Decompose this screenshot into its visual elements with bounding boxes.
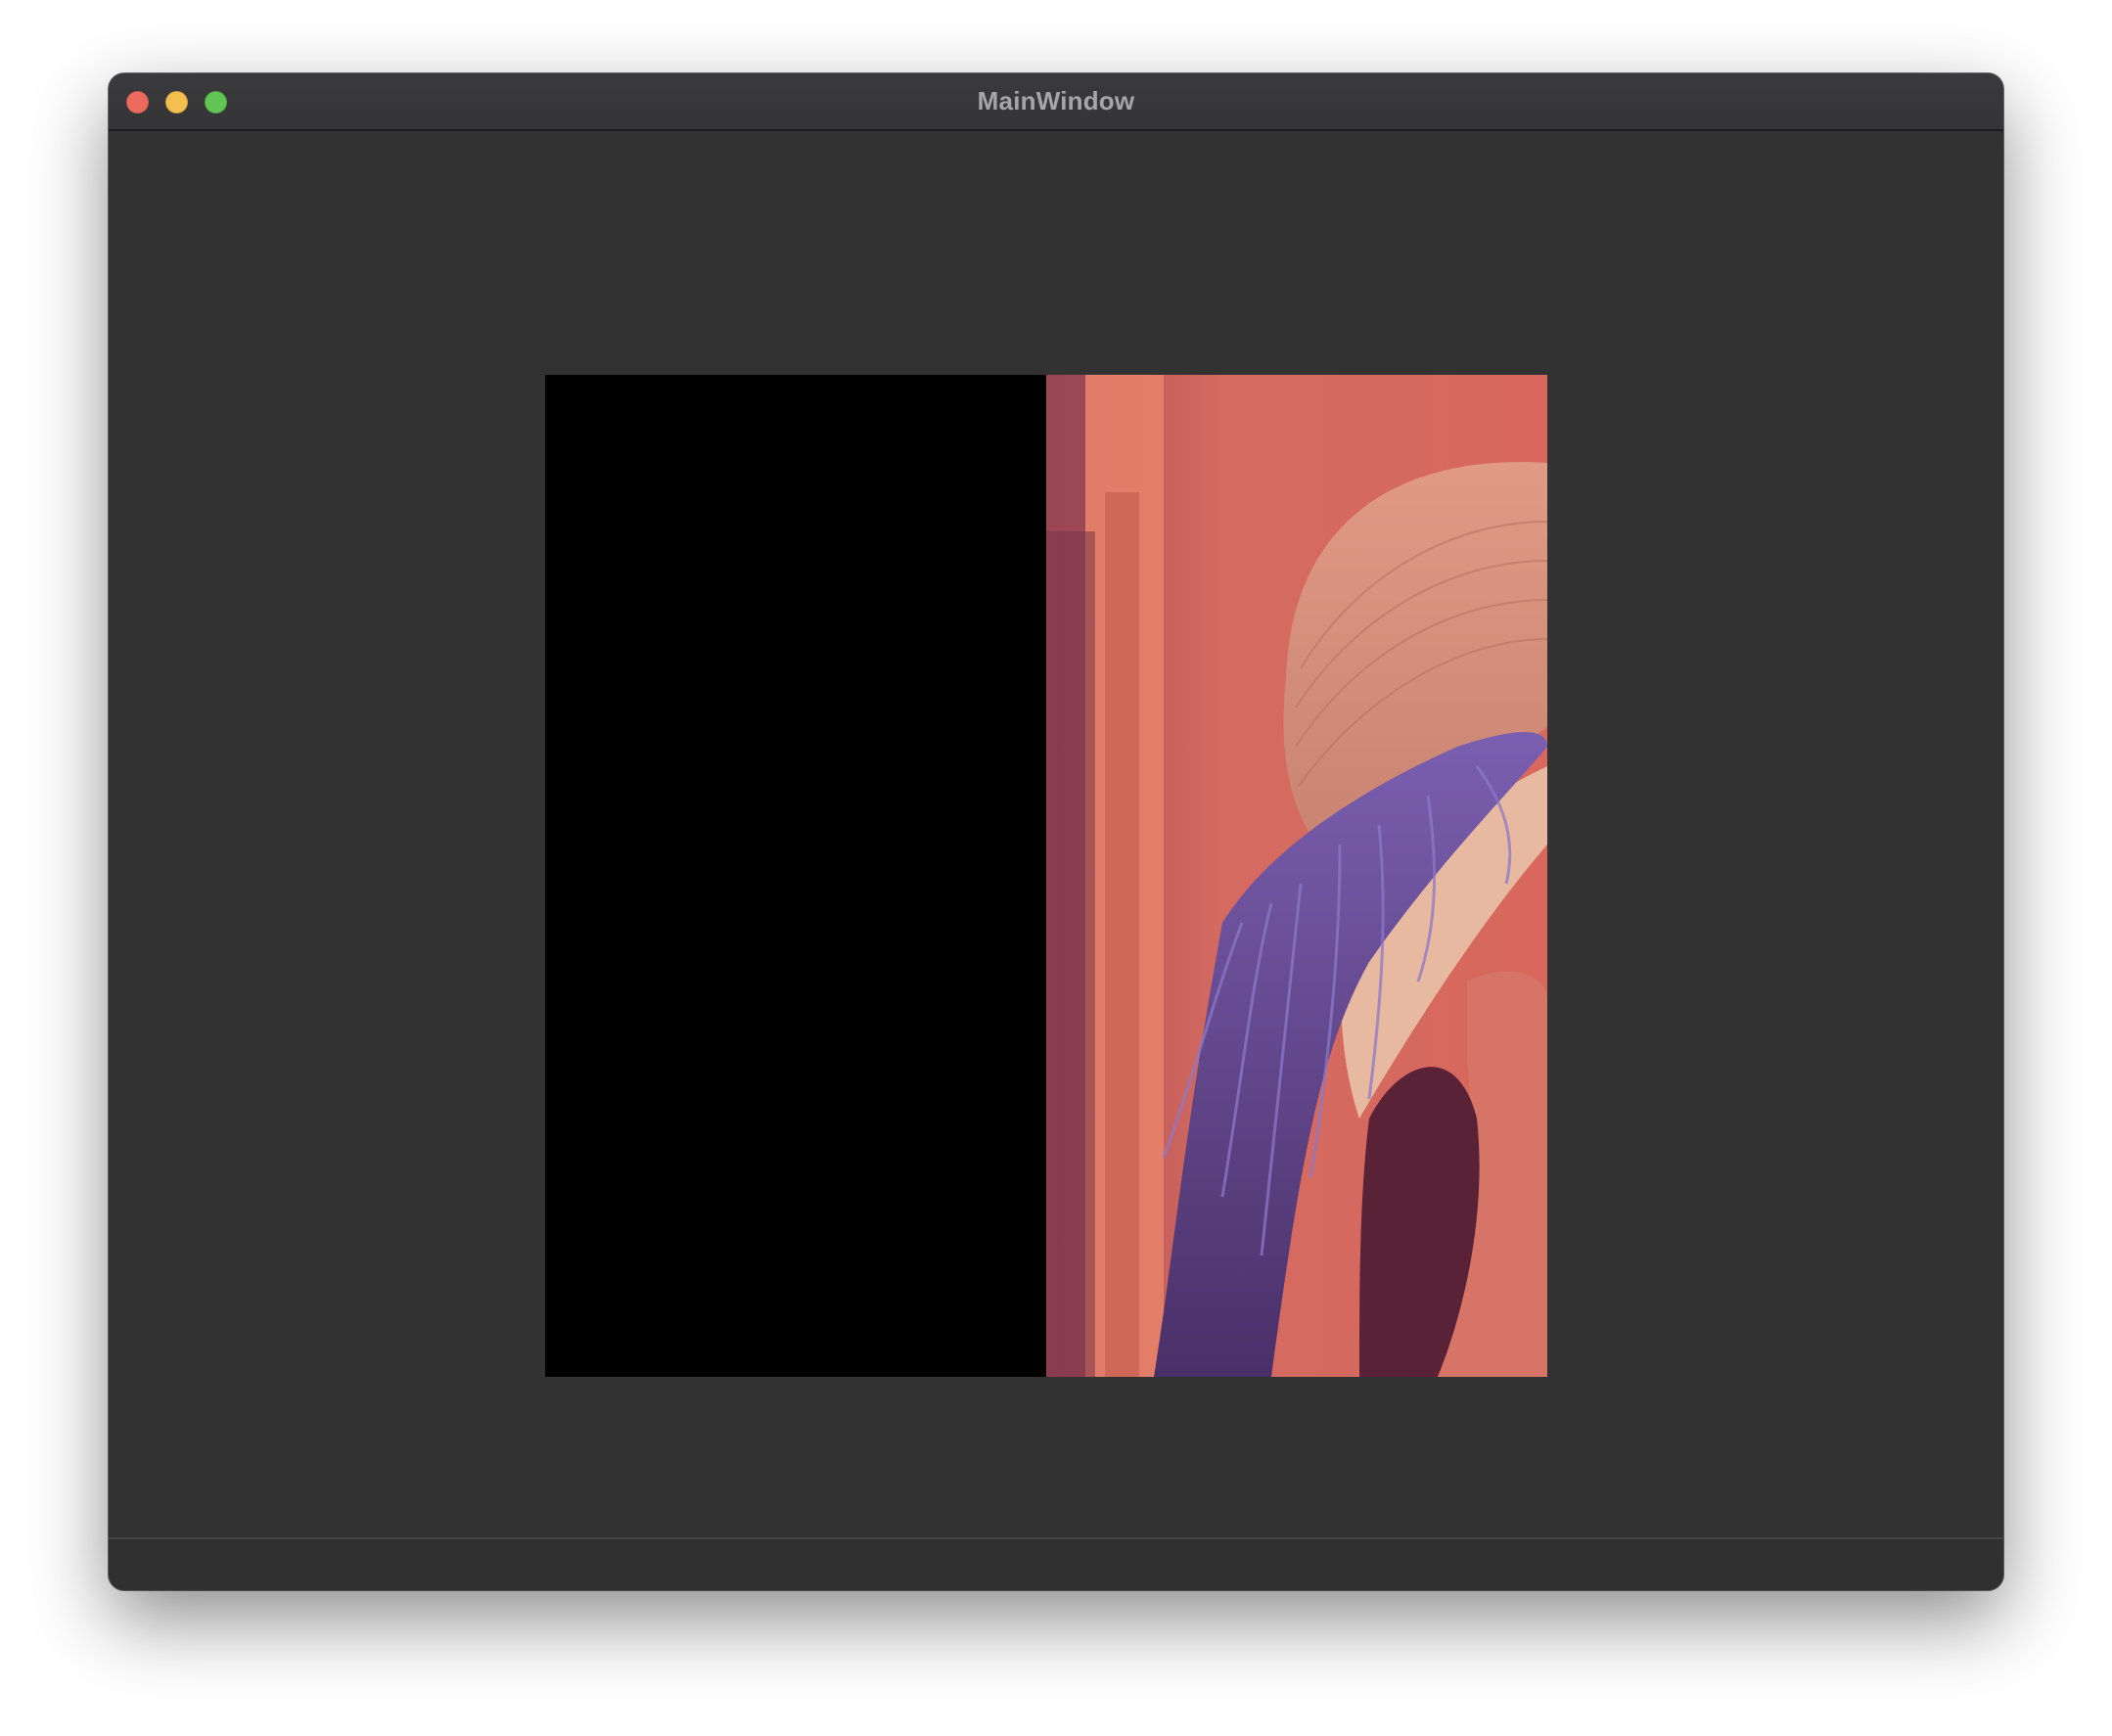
image-display bbox=[545, 375, 1547, 1377]
image-left-half-black bbox=[545, 375, 1046, 1377]
status-bar bbox=[109, 1537, 2003, 1590]
window-title: MainWindow bbox=[977, 86, 1135, 115]
main-window: MainWindow bbox=[109, 73, 2003, 1590]
title-bar[interactable]: MainWindow bbox=[109, 73, 2003, 131]
central-widget bbox=[109, 131, 2003, 1539]
photo-image bbox=[1046, 375, 1547, 1377]
image-right-half-photo bbox=[1046, 375, 1547, 1377]
